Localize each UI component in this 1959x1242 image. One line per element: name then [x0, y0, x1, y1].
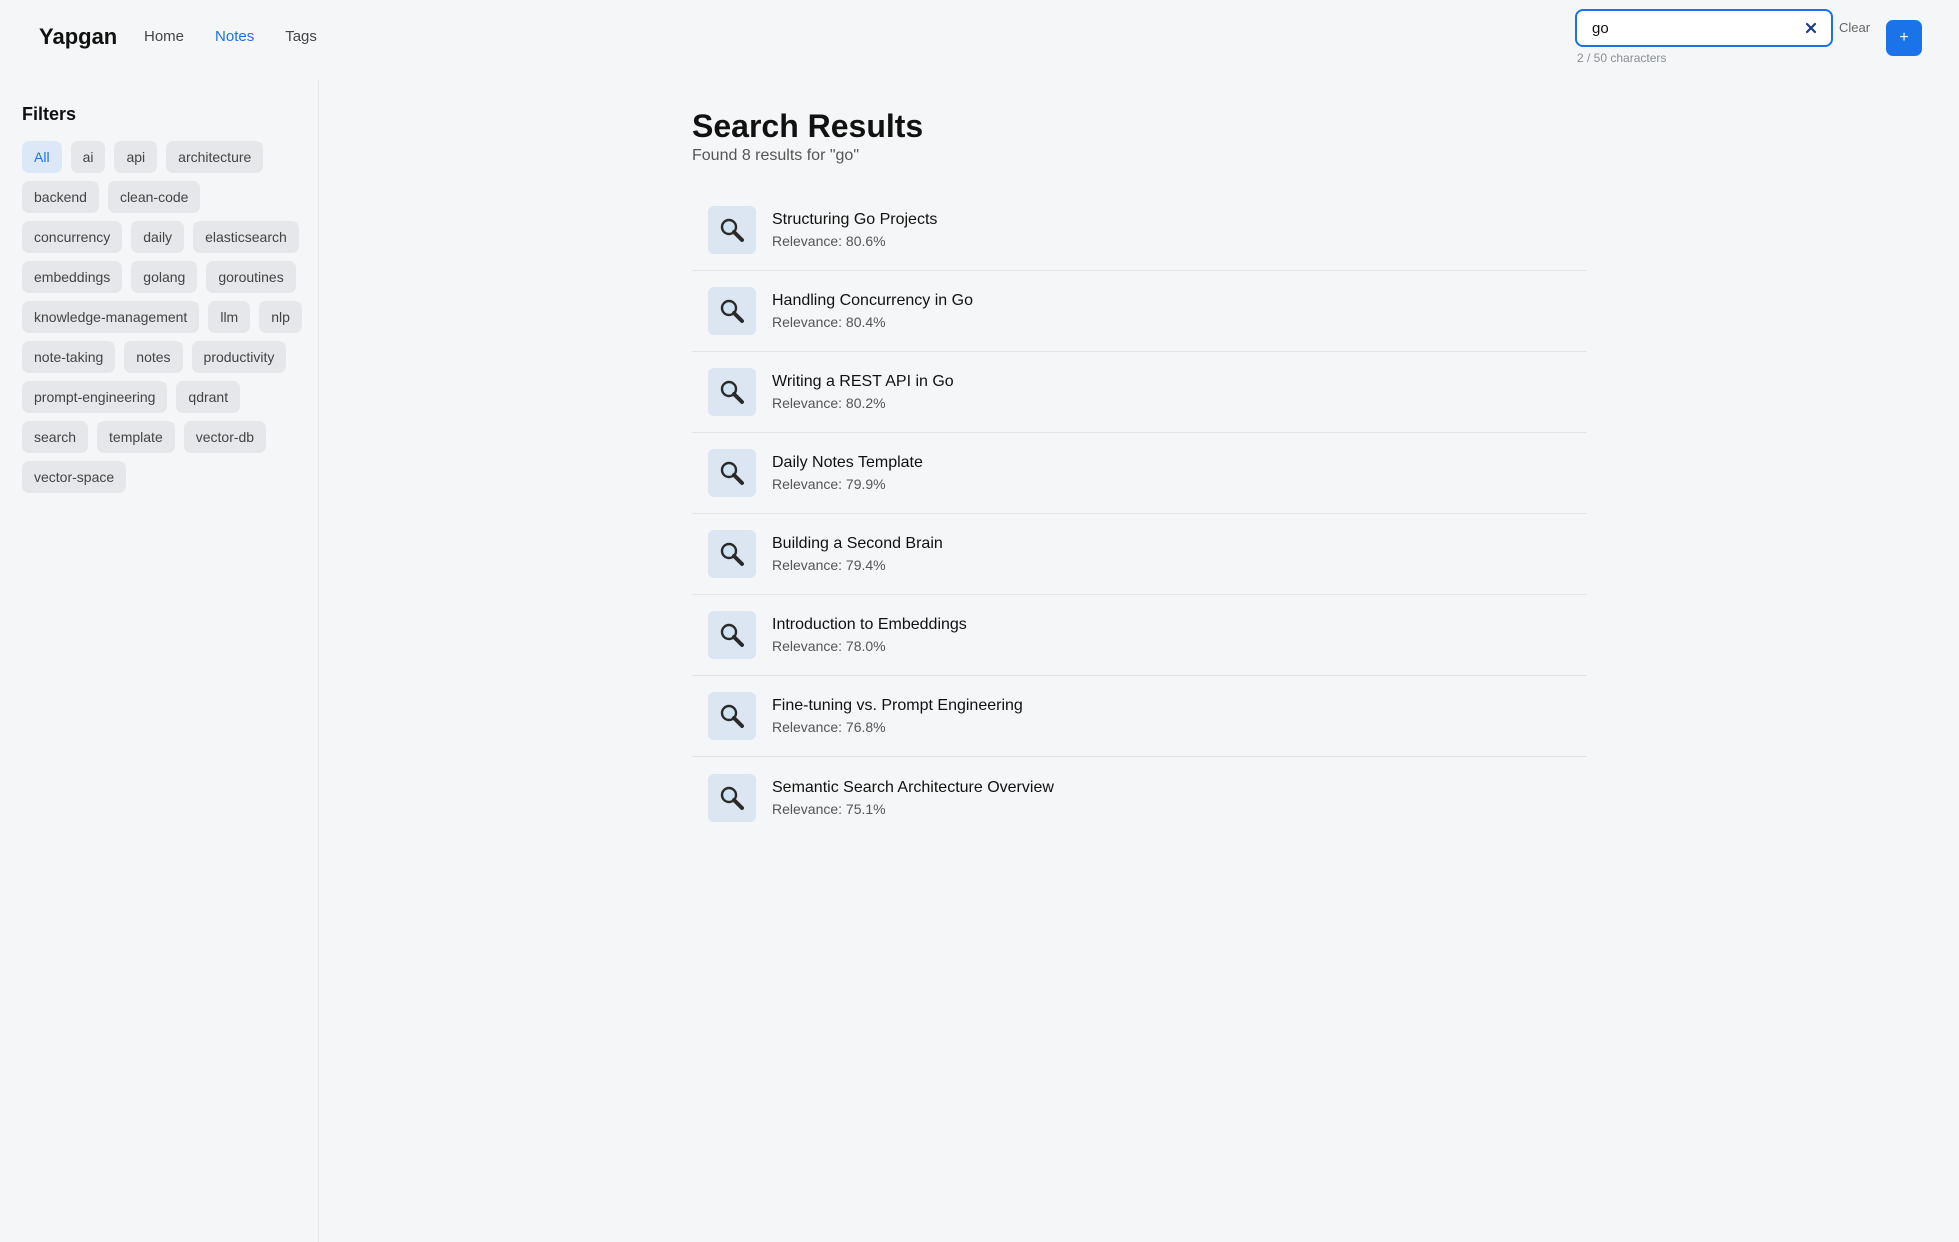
magnifier-icon [708, 449, 756, 497]
magnifier-icon [708, 368, 756, 416]
result-title[interactable]: Semantic Search Architecture Overview [772, 779, 1054, 797]
tag-filter-llm[interactable]: llm [208, 301, 251, 333]
filters-sidebar: Filters All ai api architecture backend clean… [0, 80, 319, 1242]
tag-filter-template[interactable]: template [97, 421, 175, 453]
magnifier-icon [708, 611, 756, 659]
search-results-main: Search Results Found 8 results for "go" … [692, 108, 1587, 838]
result-item[interactable]: Fine-tuning vs. Prompt Engineering Releva… [692, 676, 1587, 757]
tag-filter-vector-db[interactable]: vector-db [183, 421, 267, 453]
tag-filter-elasticsearch[interactable]: elasticsearch [193, 221, 299, 253]
filters-title: Filters [22, 104, 77, 124]
clear-button[interactable]: Clear [1839, 20, 1870, 35]
nav-link-home[interactable]: Home [144, 28, 184, 45]
result-item[interactable]: Writing a REST API in Go Relevance: 80.2% [692, 352, 1587, 433]
tag-filter-list: All ai api architecture backend clean-code con… [22, 141, 302, 493]
result-relevance: Relevance: 76.8% [772, 719, 886, 735]
page-title: Search Results [692, 108, 924, 144]
tag-filter-goroutines[interactable]: goroutines [206, 261, 296, 293]
top-bar: Yapgan Home Notes Tags 2 / 50 characters… [0, 0, 1959, 80]
search-area: 2 / 50 characters [1575, 9, 1833, 65]
result-title[interactable]: Writing a REST API in Go [772, 373, 954, 391]
tag-filter-architecture[interactable]: architecture [166, 141, 264, 173]
tag-filter-daily[interactable]: daily [131, 221, 185, 253]
brand-logo[interactable]: Yapgan [39, 24, 117, 50]
result-item[interactable]: Structuring Go Projects Relevance: 80.6% [692, 190, 1587, 271]
tag-filter-nlp[interactable]: nlp [259, 301, 302, 333]
magnifier-icon [708, 287, 756, 335]
result-relevance: Relevance: 75.1% [772, 800, 886, 817]
result-relevance: Relevance: 79.9% [772, 476, 886, 492]
result-title[interactable]: Daily Notes Template [772, 454, 923, 472]
result-relevance: Relevance: 80.2% [772, 395, 886, 411]
result-title[interactable]: Handling Concurrency in Go [772, 292, 973, 310]
add-note-button[interactable]: + [1886, 20, 1922, 56]
tag-filter-prompt-engineering[interactable]: prompt-engineering [22, 381, 168, 413]
magnifier-icon [708, 692, 756, 740]
result-item[interactable]: Introduction to Embeddings Relevance: 78.… [692, 595, 1587, 676]
result-item[interactable]: Handling Concurrency in Go Relevance: 80.… [692, 271, 1587, 352]
result-summary: Found 8 results for "go" [692, 147, 859, 164]
tag-filter-knowledge-management[interactable]: knowledge-management [22, 301, 200, 333]
result-item[interactable]: Daily Notes Template Relevance: 79.9% [692, 433, 1587, 514]
result-item[interactable]: Building a Second Brain Relevance: 79.4% [692, 514, 1587, 595]
tag-filter-ai[interactable]: ai [70, 141, 106, 173]
character-count: 2 / 50 characters [1577, 51, 1667, 65]
nav-link-notes[interactable]: Notes [215, 28, 254, 45]
tag-filter-backend[interactable]: backend [22, 181, 99, 213]
result-list: Structuring Go Projects Relevance: 80.6% H… [692, 190, 1587, 838]
tag-filter-concurrency[interactable]: concurrency [22, 221, 123, 253]
tag-filter-note-taking[interactable]: note-taking [22, 341, 116, 373]
result-title[interactable]: Building a Second Brain [772, 535, 943, 553]
tag-filter-productivity[interactable]: productivity [191, 341, 287, 373]
tag-filter-golang[interactable]: golang [131, 261, 198, 293]
tag-filter-vector-space[interactable]: vector-space [22, 461, 127, 493]
magnifier-icon [708, 530, 756, 578]
result-relevance: Relevance: 80.6% [772, 233, 886, 249]
magnifier-icon [708, 773, 756, 822]
result-title[interactable]: Fine-tuning vs. Prompt Engineering [772, 697, 1023, 715]
result-title[interactable]: Introduction to Embeddings [772, 616, 967, 634]
result-relevance: Relevance: 78.0% [772, 638, 886, 654]
magnifier-icon [708, 206, 756, 254]
result-relevance: Relevance: 79.4% [772, 557, 886, 573]
tag-filter-clean-code[interactable]: clean-code [107, 181, 201, 213]
result-title[interactable]: Structuring Go Projects [772, 211, 937, 229]
tag-filter-notes[interactable]: notes [124, 341, 183, 373]
result-item[interactable]: Semantic Search Architecture Overview Rel… [692, 757, 1587, 838]
nav-link-tags[interactable]: Tags [285, 28, 317, 45]
tag-filter-All[interactable]: All [22, 141, 62, 173]
tag-filter-embeddings[interactable]: embeddings [22, 261, 123, 293]
tag-filter-search[interactable]: search [22, 421, 89, 453]
search-input[interactable] [1592, 19, 1803, 37]
main-nav: Home Notes Tags [144, 28, 348, 45]
tag-filter-qdrant[interactable]: qdrant [176, 381, 241, 413]
result-relevance: Relevance: 80.4% [772, 314, 886, 330]
close-icon[interactable] [1803, 20, 1819, 36]
search-box[interactable] [1575, 9, 1833, 47]
tag-filter-api[interactable]: api [114, 141, 158, 173]
